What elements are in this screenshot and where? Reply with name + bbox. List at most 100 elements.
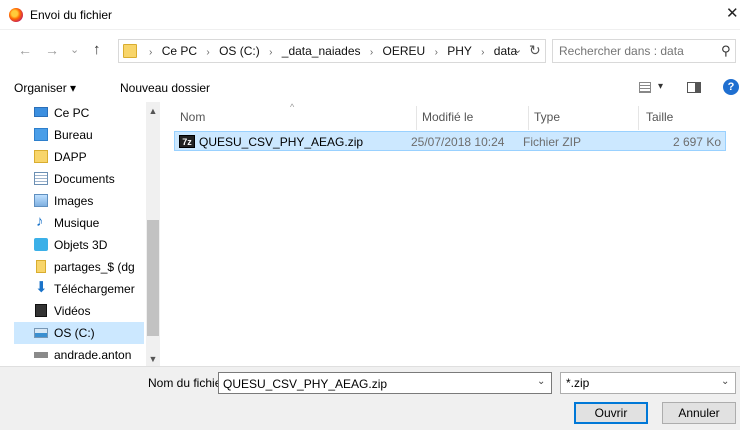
file-type-filter-value: *.zip xyxy=(566,376,590,390)
sidebar-item-andrade[interactable]: andrade.anton xyxy=(14,344,144,366)
3d-objects-icon xyxy=(34,238,48,251)
breadcrumb-separator[interactable]: › xyxy=(370,47,373,58)
breadcrumb: › Ce PC › OS (C:) › _data_naiades › OERE… xyxy=(143,44,517,58)
sidebar-item-label: DAPP xyxy=(54,150,87,164)
sidebar-item-label: Ce PC xyxy=(54,106,90,120)
file-modified: 25/07/2018 10:24 xyxy=(411,135,505,149)
breadcrumb-item-data-naiades[interactable]: _data_naiades xyxy=(282,44,361,58)
sidebar-item-label: Objets 3D xyxy=(54,238,108,252)
file-name: QUESU_CSV_PHY_AEAG.zip xyxy=(199,135,364,149)
column-header-type[interactable]: Type xyxy=(534,110,560,124)
breadcrumb-item-phy[interactable]: PHY xyxy=(447,44,471,58)
sidebar-item-images[interactable]: Images xyxy=(14,190,144,212)
sidebar-item-os-c[interactable]: OS (C:) xyxy=(14,322,144,344)
file-type-filter-select[interactable]: *.zip ⌄ xyxy=(560,372,736,394)
sidebar-item-telechargements[interactable]: ⬇ Téléchargemer xyxy=(14,278,144,300)
folder-icon xyxy=(34,150,48,163)
cancel-button[interactable]: Annuler xyxy=(662,402,736,424)
new-folder-button[interactable]: Nouveau dossier xyxy=(120,81,210,95)
firefox-icon xyxy=(9,8,23,22)
organize-button[interactable]: Organiser ▾ xyxy=(14,81,76,95)
column-divider[interactable] xyxy=(638,106,639,130)
scroll-down-icon[interactable]: ▼ xyxy=(146,352,160,366)
folder-icon xyxy=(123,44,137,58)
chevron-down-icon[interactable]: ⌄ xyxy=(537,376,545,387)
search-icon[interactable]: ⚲ xyxy=(721,43,731,59)
breadcrumb-separator: › xyxy=(149,47,153,58)
network-drive-icon xyxy=(34,352,48,358)
column-divider[interactable] xyxy=(528,106,529,130)
sidebar-item-label: Images xyxy=(54,194,94,208)
pictures-icon xyxy=(34,194,48,207)
sidebar-item-bureau[interactable]: Bureau xyxy=(14,124,144,146)
sidebar-item-label: Bureau xyxy=(54,128,93,142)
file-size: 2 697 Ko xyxy=(672,135,721,149)
sidebar-item-documents[interactable]: Documents xyxy=(14,168,144,190)
address-bar[interactable]: › Ce PC › OS (C:) › _data_naiades › OERE… xyxy=(118,39,546,63)
sort-ascending-icon: ^ xyxy=(290,102,295,112)
scrollbar-thumb[interactable] xyxy=(147,220,159,336)
sidebar-item-objets-3d[interactable]: Objets 3D xyxy=(14,234,144,256)
dialog-footer: Nom du fichier : ⌄ *.zip ⌄ Ouvrir Annule… xyxy=(0,366,740,430)
filename-combobox[interactable]: ⌄ xyxy=(218,372,552,394)
search-box[interactable]: ⚲ xyxy=(552,39,736,63)
chevron-down-icon[interactable]: ⌄ xyxy=(721,376,729,387)
sidebar-item-label: andrade.anton xyxy=(54,348,132,362)
sidebar-item-label: Téléchargemer xyxy=(54,282,135,296)
column-header-size[interactable]: Taille xyxy=(646,110,673,124)
refresh-icon[interactable]: ↻ xyxy=(529,42,541,59)
sidebar-item-dapp[interactable]: DAPP xyxy=(14,146,144,168)
breadcrumb-separator[interactable]: › xyxy=(435,47,438,58)
recent-locations-button[interactable]: ⌄ xyxy=(70,42,79,58)
file-list: ^ Nom Modifié le Type Taille 7z QUESU_CS… xyxy=(162,102,740,366)
chevron-down-icon[interactable]: ▾ xyxy=(658,81,663,92)
navigation-pane: Ce PC Bureau DAPP Documents Images ♪ Mus… xyxy=(14,102,160,366)
breadcrumb-separator[interactable]: › xyxy=(206,47,209,58)
sidebar-item-label: Documents xyxy=(54,172,115,186)
title-bar: Envoi du fichier ✕ xyxy=(0,0,740,30)
sidebar-item-label: Vidéos xyxy=(54,304,91,318)
close-button[interactable]: ✕ xyxy=(726,4,740,24)
view-details-icon[interactable] xyxy=(639,82,651,93)
column-header-name[interactable]: Nom xyxy=(180,110,205,124)
column-divider[interactable] xyxy=(416,106,417,130)
sidebar-item-label: OS (C:) xyxy=(54,326,95,340)
sidebar-scrollbar[interactable]: ▲ ▼ xyxy=(146,102,160,366)
sidebar-item-partages[interactable]: partages_$ (dg xyxy=(14,256,144,278)
breadcrumb-item-os-c[interactable]: OS (C:) xyxy=(219,44,260,58)
breadcrumb-item-oereu[interactable]: OEREU xyxy=(383,44,426,58)
downloads-icon: ⬇ xyxy=(35,279,48,296)
command-toolbar: Organiser ▾ Nouveau dossier ▾ ? xyxy=(0,74,740,102)
sidebar-item-musique[interactable]: ♪ Musique xyxy=(14,212,144,234)
up-button[interactable]: ↑ xyxy=(93,42,101,58)
computer-icon xyxy=(34,107,48,117)
open-button[interactable]: Ouvrir xyxy=(574,402,648,424)
breadcrumb-item-ce-pc[interactable]: Ce PC xyxy=(162,44,197,58)
breadcrumb-separator[interactable]: › xyxy=(481,47,484,58)
back-button[interactable]: ← xyxy=(18,42,32,58)
breadcrumb-separator[interactable]: › xyxy=(269,47,272,58)
table-row[interactable]: 7z QUESU_CSV_PHY_AEAG.zip 25/07/2018 10:… xyxy=(174,131,726,151)
search-input[interactable] xyxy=(559,43,709,59)
sidebar-item-videos[interactable]: Vidéos xyxy=(14,300,144,322)
documents-icon xyxy=(34,172,48,185)
chevron-down-icon[interactable]: ⌄ xyxy=(513,43,522,56)
sidebar-item-label: partages_$ (dg xyxy=(54,260,135,274)
forward-button[interactable]: → xyxy=(45,42,59,58)
column-header-modified[interactable]: Modifié le xyxy=(422,110,473,124)
network-share-icon xyxy=(36,260,46,273)
window-title: Envoi du fichier xyxy=(30,8,113,22)
filename-input[interactable] xyxy=(223,376,523,391)
sidebar-item-ce-pc[interactable]: Ce PC xyxy=(14,102,144,124)
navigation-bar: ← → ⌄ ↑ › Ce PC › OS (C:) › _data_naiade… xyxy=(0,34,740,68)
music-icon: ♪ xyxy=(36,213,44,230)
help-icon[interactable]: ? xyxy=(723,79,739,95)
desktop-folder-icon xyxy=(34,128,48,141)
drive-icon xyxy=(34,328,48,338)
scroll-up-icon[interactable]: ▲ xyxy=(146,104,160,118)
sidebar-item-label: Musique xyxy=(54,216,100,230)
preview-pane-icon[interactable] xyxy=(687,82,701,93)
zip-file-icon: 7z xyxy=(179,135,195,148)
file-type: Fichier ZIP xyxy=(523,135,582,149)
videos-icon xyxy=(35,304,47,317)
